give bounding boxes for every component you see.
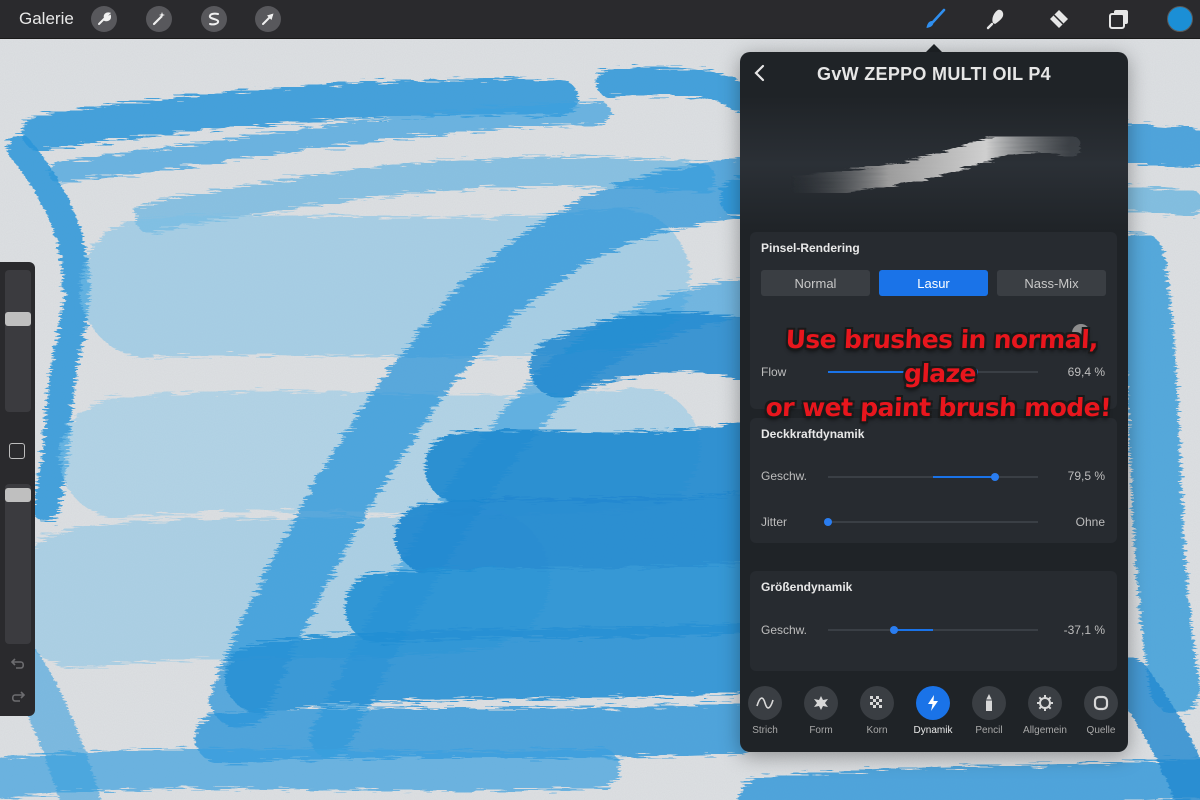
brush-size-thumb[interactable]	[5, 312, 31, 326]
source-icon	[1084, 686, 1118, 720]
tab-strich[interactable]: Strich	[740, 686, 791, 736]
opacity-speed-label: Geschw.	[761, 469, 808, 483]
rendering-title: Pinsel-Rendering	[761, 241, 860, 255]
general-gear-icon	[1028, 686, 1062, 720]
annotation-line-1: Use brushes in normal, glaze	[784, 325, 1099, 388]
grain-icon	[860, 686, 894, 720]
jitter-slider[interactable]	[824, 518, 1038, 526]
jitter-value: Ohne	[1075, 515, 1105, 529]
tab-label: Dynamik	[913, 725, 953, 736]
transform-arrow-icon[interactable]	[255, 6, 281, 32]
brush-icon[interactable]	[921, 5, 949, 33]
brush-name-title: GvW ZEPPO MULTI OIL P4	[817, 64, 1051, 84]
size-speed-label: Geschw.	[761, 623, 808, 637]
opacity-dynamics-section: Deckkraftdynamik Geschw. 79,5 % Jitter O…	[750, 418, 1117, 543]
wrench-icon[interactable]	[91, 6, 117, 32]
tab-quelle[interactable]: Quelle	[1075, 686, 1127, 736]
size-dynamics-title: Größendynamik	[761, 580, 853, 594]
tab-allgemein[interactable]: Allgemein	[1019, 686, 1071, 736]
tab-label: Allgemein	[1023, 725, 1067, 736]
mode-lasur-button[interactable]: Lasur	[879, 270, 988, 296]
dynamics-bolt-icon	[916, 686, 950, 720]
size-speed-fill	[894, 629, 933, 631]
smudge-icon[interactable]	[982, 5, 1010, 33]
tab-pencil[interactable]: Pencil	[963, 686, 1015, 736]
color-picker-swatch[interactable]	[1167, 6, 1193, 32]
tab-form[interactable]: Form	[795, 686, 847, 736]
magic-wand-icon[interactable]	[146, 6, 172, 32]
gallery-button[interactable]: Galerie	[19, 9, 74, 29]
pencil-icon	[972, 686, 1006, 720]
tab-dynamik[interactable]: Dynamik	[907, 686, 959, 736]
selection-icon[interactable]	[201, 6, 227, 32]
tab-label: Strich	[752, 725, 778, 736]
brush-opacity-slider[interactable]	[5, 484, 31, 644]
size-dynamics-section: Größendynamik Geschw. -37,1 %	[750, 571, 1117, 671]
opacity-speed-slider[interactable]	[828, 473, 1038, 481]
size-speed-knob[interactable]	[890, 626, 899, 634]
tab-label: Pencil	[975, 725, 1003, 736]
top-toolbar: Galerie	[0, 0, 1200, 39]
undo-icon[interactable]	[8, 654, 28, 674]
redo-icon[interactable]	[8, 687, 28, 707]
brush-stroke-preview	[740, 96, 1128, 232]
eyedropper-square-button[interactable]	[9, 443, 25, 459]
left-sidebar	[0, 262, 35, 716]
brush-size-slider[interactable]	[5, 270, 31, 412]
opacity-speed-value: 79,5 %	[1067, 469, 1105, 483]
tab-label: Quelle	[1086, 725, 1116, 736]
eraser-icon[interactable]	[1044, 5, 1072, 33]
shape-icon	[804, 686, 838, 720]
size-speed-slider[interactable]	[828, 626, 1038, 634]
opacity-speed-fill	[933, 476, 995, 478]
stroke-path-icon	[748, 686, 782, 720]
tab-korn[interactable]: Korn	[851, 686, 903, 736]
opacity-dynamics-title: Deckkraftdynamik	[761, 427, 865, 441]
jitter-knob[interactable]	[824, 518, 832, 526]
mode-nass-mix-button[interactable]: Nass-Mix	[997, 270, 1106, 296]
brush-opacity-thumb[interactable]	[5, 488, 31, 502]
brush-settings-tabbar: Strich Form Korn Dynamik Pencil Allgemei…	[740, 680, 1128, 752]
opacity-speed-knob[interactable]	[990, 473, 999, 481]
tab-label: Form	[809, 725, 833, 736]
tab-label: Korn	[866, 725, 888, 736]
annotation-overlay: Use brushes in normal, glaze or wet pain…	[752, 323, 1127, 425]
jitter-label: Jitter	[761, 515, 788, 529]
annotation-line-2: or wet paint brush mode!	[764, 393, 1112, 422]
layers-icon[interactable]	[1105, 5, 1133, 33]
mode-normal-button[interactable]: Normal	[761, 270, 870, 296]
size-speed-value: -37,1 %	[1063, 623, 1105, 637]
